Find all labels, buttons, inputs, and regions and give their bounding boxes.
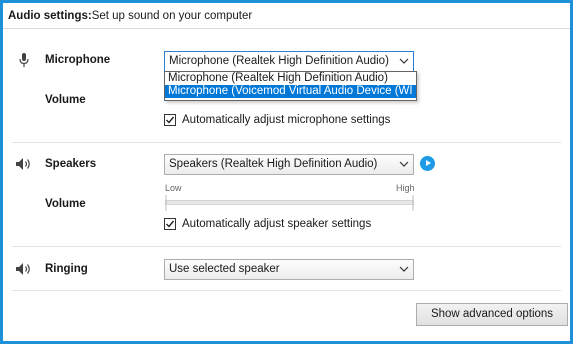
microphone-select[interactable]: Microphone (Realtek High Definition Audi… bbox=[164, 51, 414, 72]
show-advanced-options-button[interactable]: Show advanced options bbox=[416, 303, 568, 326]
divider bbox=[12, 246, 561, 247]
speaker-auto-adjust-checkbox[interactable] bbox=[164, 218, 176, 230]
speakers-select[interactable]: Speakers (Realtek High Definition Audio) bbox=[164, 154, 414, 175]
microphone-label: Microphone bbox=[45, 54, 111, 66]
speaker-icon bbox=[16, 158, 30, 170]
speaker-icon bbox=[16, 263, 30, 275]
chevron-down-icon bbox=[399, 58, 409, 64]
speaker-auto-adjust-label: Automatically adjust speaker settings bbox=[182, 218, 372, 230]
microphone-auto-adjust-label: Automatically adjust microphone settings bbox=[182, 114, 391, 126]
microphone-select-value: Microphone (Realtek High Definition Audi… bbox=[169, 55, 389, 67]
speakers-label: Speakers bbox=[45, 158, 97, 170]
microphone-auto-adjust-checkbox[interactable] bbox=[164, 114, 176, 126]
divider bbox=[12, 290, 561, 291]
microphone-option[interactable]: Microphone (Realtek High Definition Audi… bbox=[165, 72, 416, 85]
audio-settings-window: Audio settings: Set up sound on your com… bbox=[0, 0, 573, 344]
microphone-icon bbox=[19, 53, 29, 67]
ringing-select-value: Use selected speaker bbox=[169, 263, 280, 275]
microphone-volume-label: Volume bbox=[45, 94, 86, 106]
chevron-down-icon bbox=[399, 266, 409, 272]
ringing-select[interactable]: Use selected speaker bbox=[164, 259, 414, 280]
title-bar: Audio settings: Set up sound on your com… bbox=[3, 3, 570, 29]
title-bold: Audio settings: bbox=[8, 9, 92, 22]
speakers-volume-label: Volume bbox=[45, 198, 86, 210]
speaker-auto-adjust-row[interactable]: Automatically adjust speaker settings bbox=[164, 218, 371, 230]
speaker-volume-high-label: High bbox=[396, 183, 415, 193]
speaker-volume-slider[interactable] bbox=[165, 194, 414, 212]
speakers-select-value: Speakers (Realtek High Definition Audio) bbox=[169, 158, 378, 170]
speaker-volume-low-label: Low bbox=[165, 183, 182, 193]
title-text: Set up sound on your computer bbox=[91, 9, 253, 22]
microphone-option-selected[interactable]: Microphone (Voicemod Virtual Audio Devic… bbox=[165, 85, 416, 98]
microphone-dropdown-list: Microphone (Realtek High Definition Audi… bbox=[164, 71, 417, 101]
checkmark-icon bbox=[166, 116, 175, 124]
checkmark-icon bbox=[166, 220, 175, 228]
slider-ticks bbox=[165, 195, 414, 211]
chevron-down-icon bbox=[399, 161, 409, 167]
divider bbox=[12, 142, 561, 143]
play-test-sound-button[interactable] bbox=[420, 156, 435, 171]
microphone-auto-adjust-row[interactable]: Automatically adjust microphone settings bbox=[164, 114, 390, 126]
ringing-label: Ringing bbox=[45, 263, 88, 275]
